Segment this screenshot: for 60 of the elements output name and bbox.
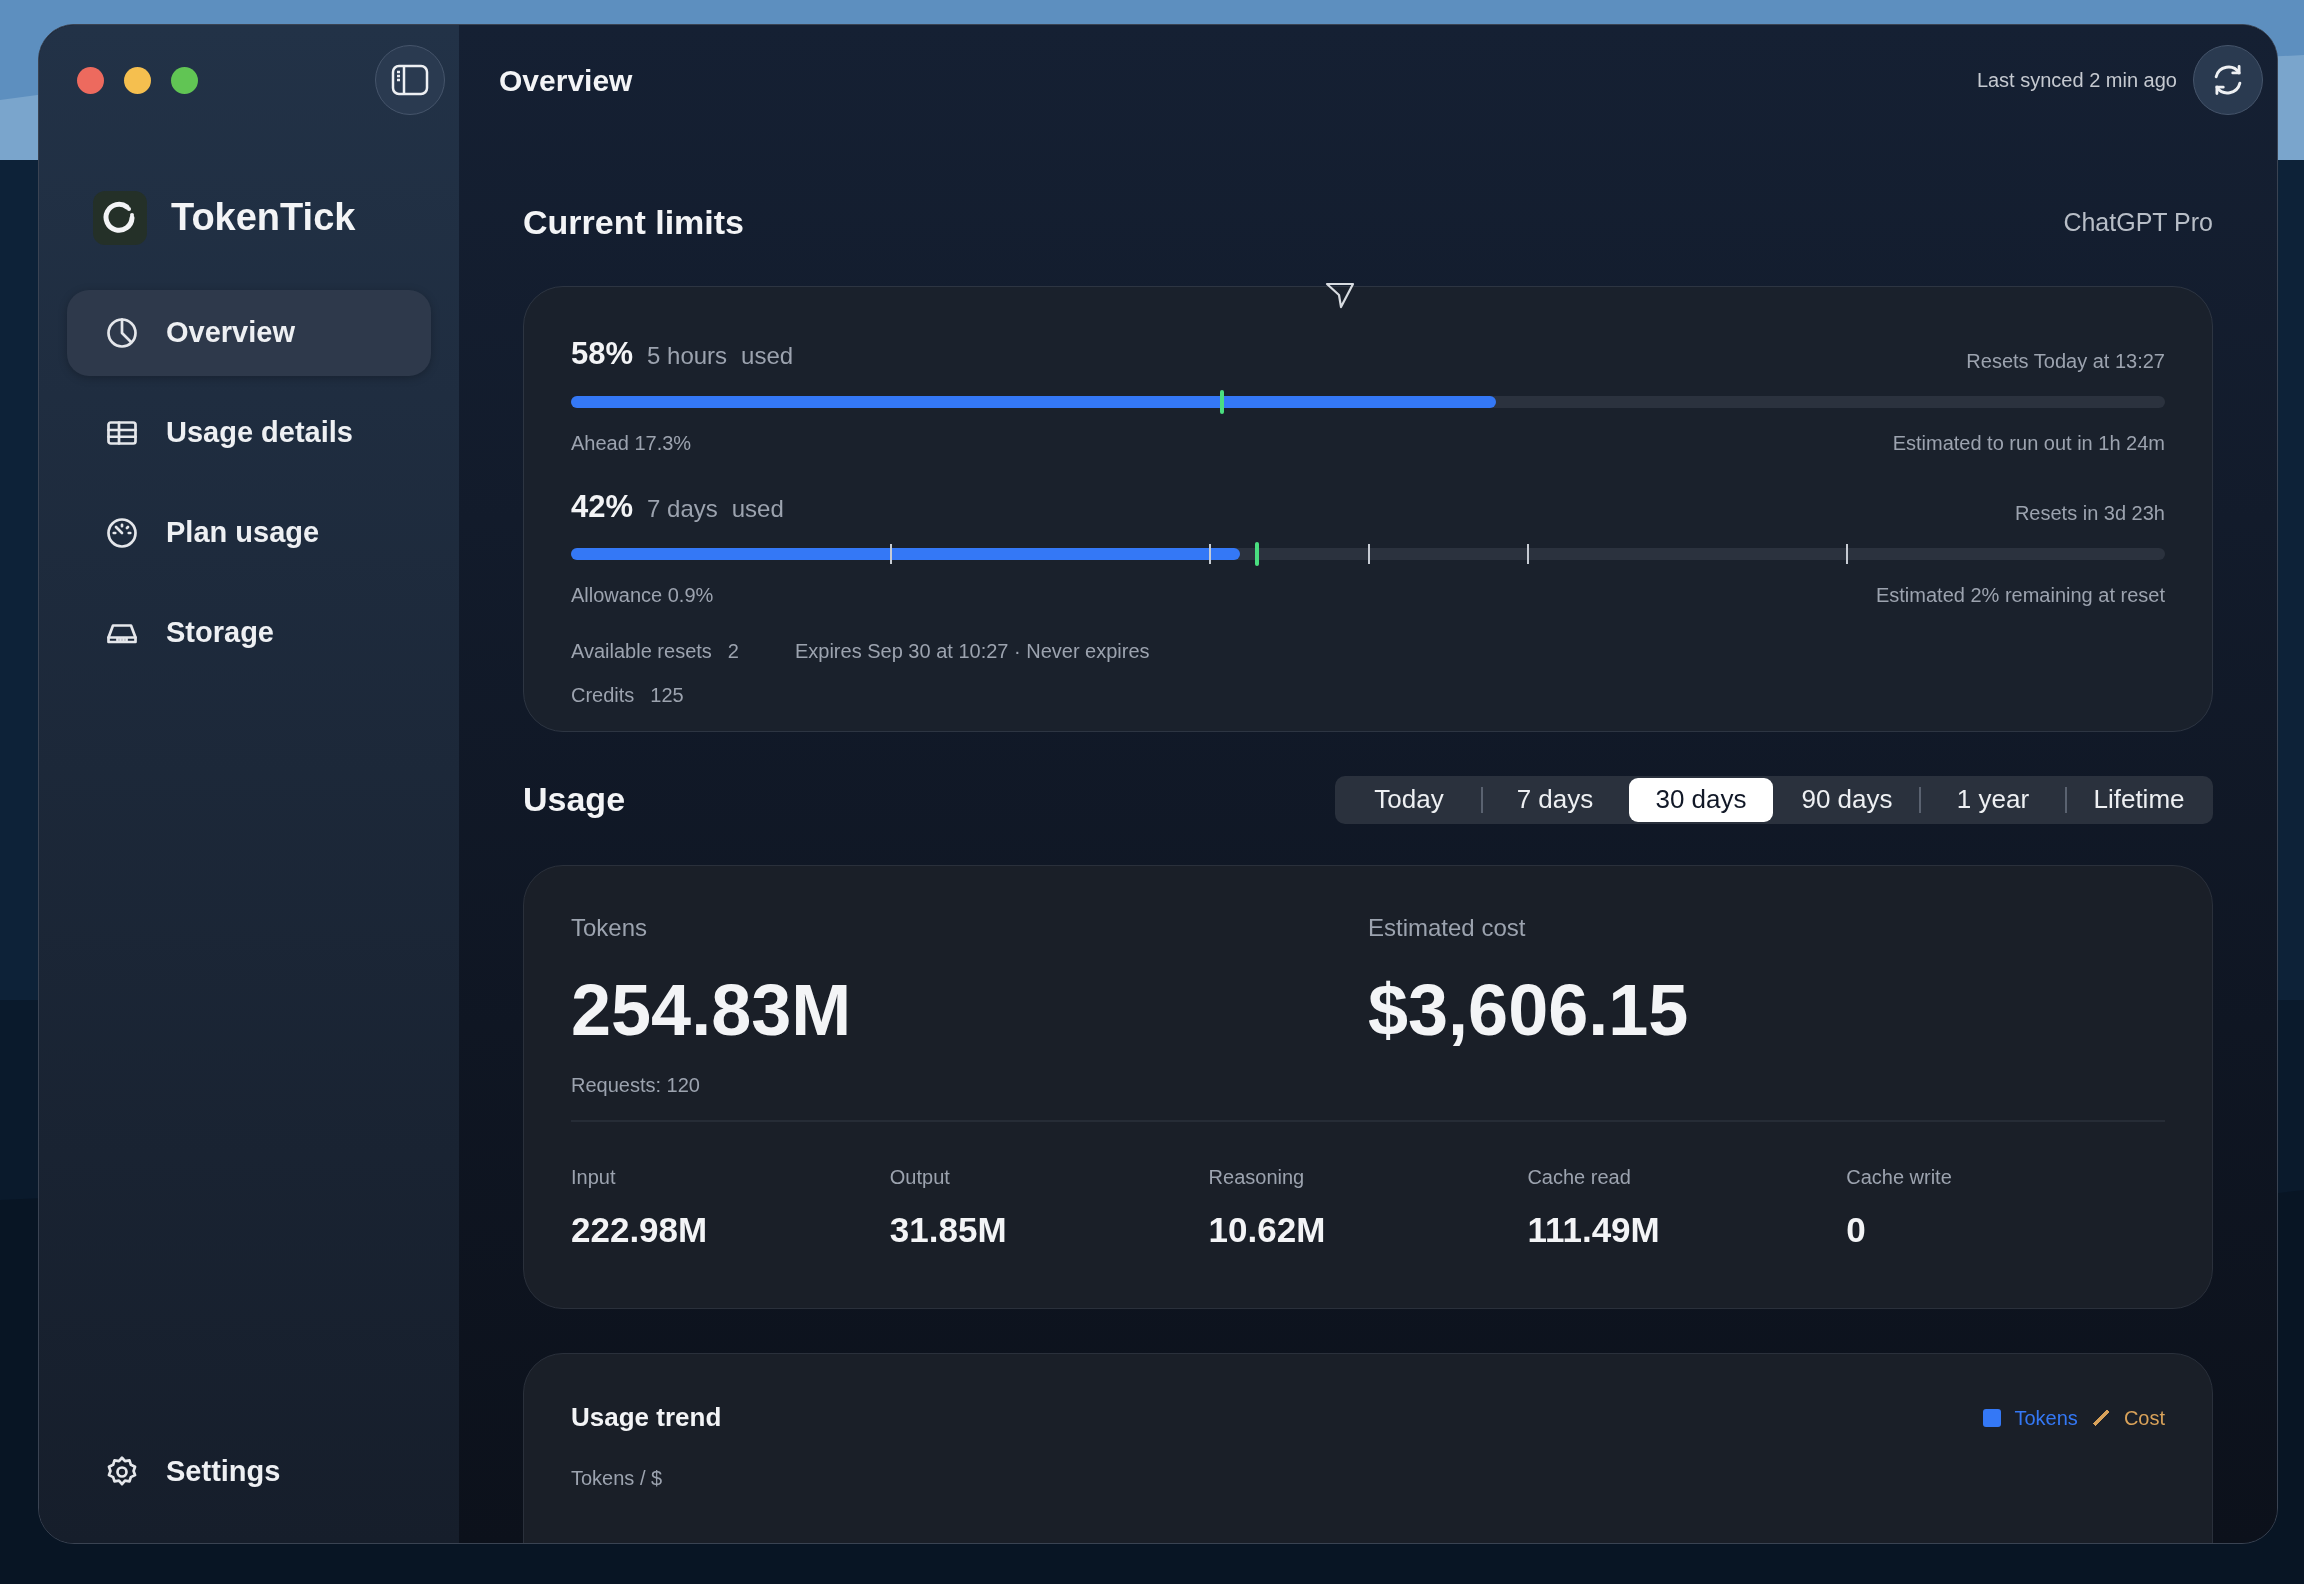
detail-label: Credits	[571, 683, 635, 708]
metric-value: $3,606.15	[1368, 974, 1690, 1046]
breakdown-value: 0	[1846, 1209, 1867, 1251]
breakdown-value: 10.62M	[1208, 1209, 1327, 1251]
axis-label: Tokens / $	[571, 1466, 664, 1491]
used-label: used	[731, 493, 784, 524]
reset-time: Resets in 3d 23h	[2014, 501, 2165, 526]
range-tab[interactable]: 30 days	[1629, 777, 1773, 822]
window-title: Overview	[499, 62, 633, 99]
detail-value: 2	[727, 639, 739, 664]
detail-note: Expires Sep 30 at 10:27 · Never expires	[794, 639, 1150, 664]
sidebar-item[interactable]: Usage details	[67, 390, 431, 476]
breakdown-label: Cache read	[1527, 1165, 1632, 1190]
breakdown-label: Output	[889, 1165, 951, 1190]
breakdown-label: Cache write	[1846, 1165, 1953, 1190]
breakdown-value: 222.98M	[571, 1209, 709, 1251]
app-name: TokenTick	[171, 195, 356, 240]
legend-label: Cost	[2123, 1405, 2165, 1431]
breakdown-label: Input	[571, 1165, 617, 1190]
sync-status: Last synced 2 min ago	[1976, 68, 2177, 93]
sidebar-item[interactable]: Plan usage	[67, 490, 431, 576]
reset-time: Resets Today at 13:27	[1966, 348, 2165, 374]
estimate-note: Estimated 2% remaining at reset	[1875, 583, 2165, 608]
pace-note: Ahead 17.3%	[571, 430, 692, 456]
breakdown-label: Reasoning	[1208, 1165, 1306, 1190]
detail-label: Available resets	[571, 639, 712, 664]
card-title: Usage trend	[571, 1401, 722, 1434]
section-title: Current limits	[523, 202, 745, 243]
range-tab[interactable]: Today	[1337, 777, 1481, 822]
metric-label: Tokens	[571, 913, 649, 943]
used-label: used	[741, 341, 794, 371]
close-button[interactable]	[77, 66, 104, 94]
sidebar-item[interactable]: Storage	[67, 590, 431, 676]
range-tab[interactable]: Lifetime	[2067, 777, 2211, 822]
legend-label: Tokens	[2014, 1405, 2078, 1431]
range-tab[interactable]: 7 days	[1483, 777, 1627, 822]
sidebar-item[interactable]: Overview	[67, 290, 431, 376]
detail-value: 125	[650, 683, 684, 708]
pie-chart-icon	[104, 315, 140, 351]
sidebar-item[interactable]: Settings	[67, 1429, 431, 1515]
period-label: 7 days	[647, 493, 718, 524]
section-title: Usage	[523, 779, 626, 820]
minimize-button[interactable]	[124, 66, 151, 94]
gauge-icon	[104, 515, 140, 551]
zoom-button[interactable]	[171, 66, 198, 94]
sidebar-icon	[391, 64, 429, 96]
metric-label: Estimated cost	[1368, 913, 1527, 943]
period-label: 5 hours	[647, 341, 728, 371]
range-tab[interactable]: 1 year	[1921, 777, 2065, 822]
plan-name: ChatGPT Pro	[2063, 206, 2213, 238]
estimate-note: Estimated to run out in 1h 24m	[1892, 430, 2165, 456]
requests-count: Requests: 120	[571, 1073, 701, 1098]
pace-note: Allowance 0.9%	[571, 583, 714, 608]
breakdown-value: 31.85M	[889, 1209, 1008, 1251]
breakdown-value: 111.49M	[1527, 1209, 1661, 1251]
percent-used: 42%	[571, 487, 634, 526]
percent-used: 58%	[571, 335, 634, 373]
app-logo	[93, 190, 147, 245]
range-tab[interactable]: 90 days	[1775, 777, 1919, 822]
metric-value: 254.83M	[571, 974, 853, 1046]
